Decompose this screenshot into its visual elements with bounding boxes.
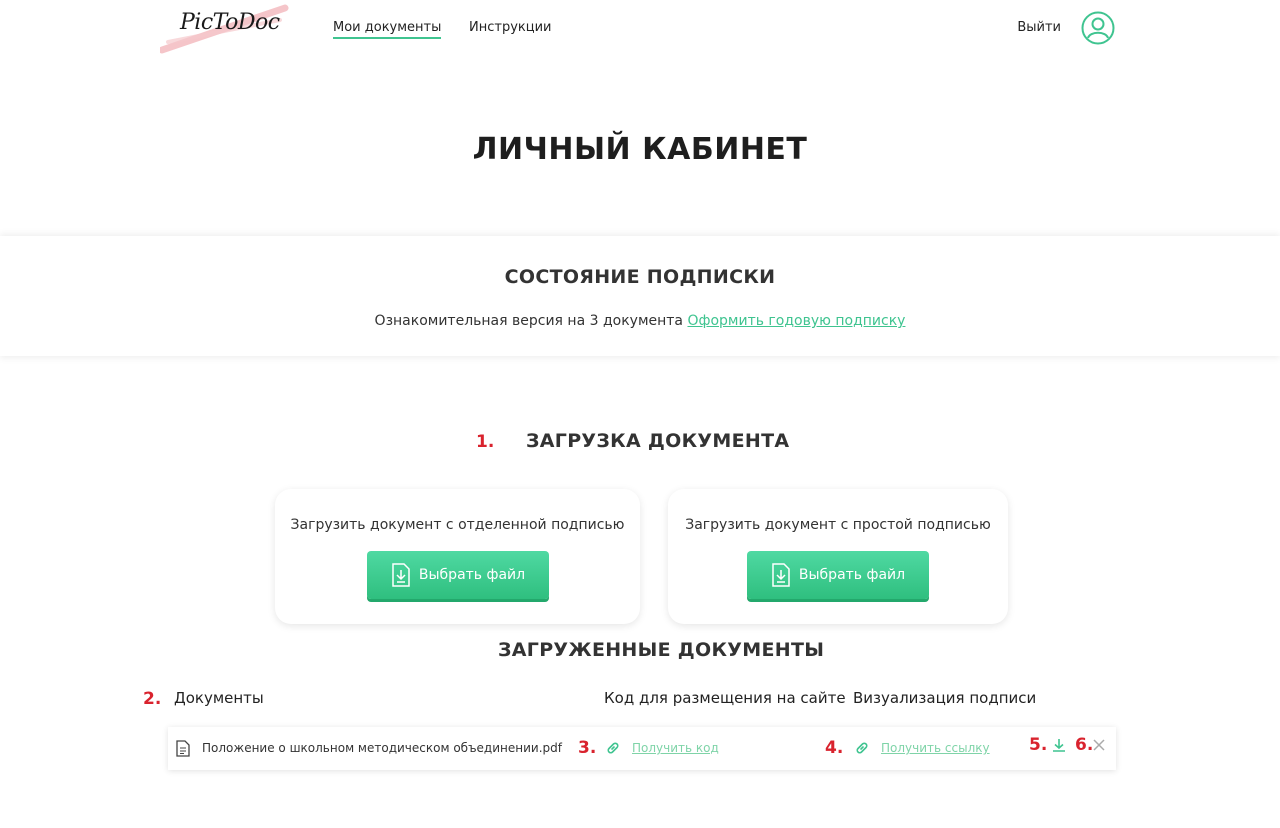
choose-file-button[interactable]: Выбрать файл xyxy=(367,551,549,599)
logo-text: PicToDoc xyxy=(180,10,280,35)
page-title: ЛИЧНЫЙ КАБИНЕТ xyxy=(472,132,808,167)
step-marker-5: 5. xyxy=(1029,735,1048,755)
step-marker-3: 3. xyxy=(578,738,597,758)
uploaded-section-title: ЗАГРУЖЕННЫЕ ДОКУМЕНТЫ xyxy=(498,639,825,661)
close-icon[interactable] xyxy=(1091,737,1107,753)
document-name: Положение о школьном методическом объеди… xyxy=(202,741,562,755)
link-icon xyxy=(856,742,868,754)
link-icon xyxy=(607,742,619,754)
user-avatar-icon[interactable] xyxy=(1081,11,1115,45)
column-header-embed-code: Код для размещения на сайте xyxy=(604,689,846,707)
logo[interactable]: PicToDoc xyxy=(160,2,290,54)
document-icon xyxy=(176,740,190,757)
download-icon[interactable] xyxy=(1051,737,1067,753)
choose-file-label: Выбрать файл xyxy=(798,567,906,583)
subscription-status-text: Ознакомительная версия на 3 документа xyxy=(374,313,684,329)
logout-link[interactable]: Выйти xyxy=(1017,20,1061,35)
choose-file-label: Выбрать файл xyxy=(418,567,526,583)
choose-file-button[interactable]: Выбрать файл xyxy=(747,551,929,599)
step-marker-2: 2. xyxy=(143,689,162,709)
nav-instructions[interactable]: Инструкции xyxy=(469,20,552,35)
column-header-signature-viz: Визуализация подписи xyxy=(853,689,1037,707)
upload-card-simple: Загрузить документ с простой подписью Вы… xyxy=(668,489,1008,624)
table-row: Положение о школьном методическом объеди… xyxy=(168,727,1116,770)
get-link-link[interactable]: Получить ссылку xyxy=(881,741,990,755)
file-download-icon xyxy=(392,563,410,587)
column-header-documents: Документы xyxy=(174,689,264,707)
nav-my-documents[interactable]: Мои документы xyxy=(333,20,442,39)
subscription-title: СОСТОЯНИЕ ПОДПИСКИ xyxy=(504,266,776,288)
upload-card-label: Загрузить документ с простой подписью xyxy=(685,517,991,533)
step-marker-1: 1. xyxy=(476,432,495,452)
upload-section-title: ЗАГРУЗКА ДОКУМЕНТА xyxy=(526,430,790,452)
get-code-link[interactable]: Получить код xyxy=(632,741,719,755)
step-marker-4: 4. xyxy=(825,738,844,758)
header: PicToDoc Мои документы Инструкции Выйти xyxy=(0,0,1280,60)
upload-card-detached: Загрузить документ с отделенной подписью… xyxy=(275,489,640,624)
file-download-icon xyxy=(772,563,790,587)
subscription-status: Ознакомительная версия на 3 документа Оф… xyxy=(0,313,1280,329)
upload-card-label: Загрузить документ с отделенной подписью xyxy=(290,517,625,533)
subscribe-link[interactable]: Оформить годовую подписку xyxy=(687,313,905,329)
subscription-panel: СОСТОЯНИЕ ПОДПИСКИ Ознакомительная верси… xyxy=(0,236,1280,356)
